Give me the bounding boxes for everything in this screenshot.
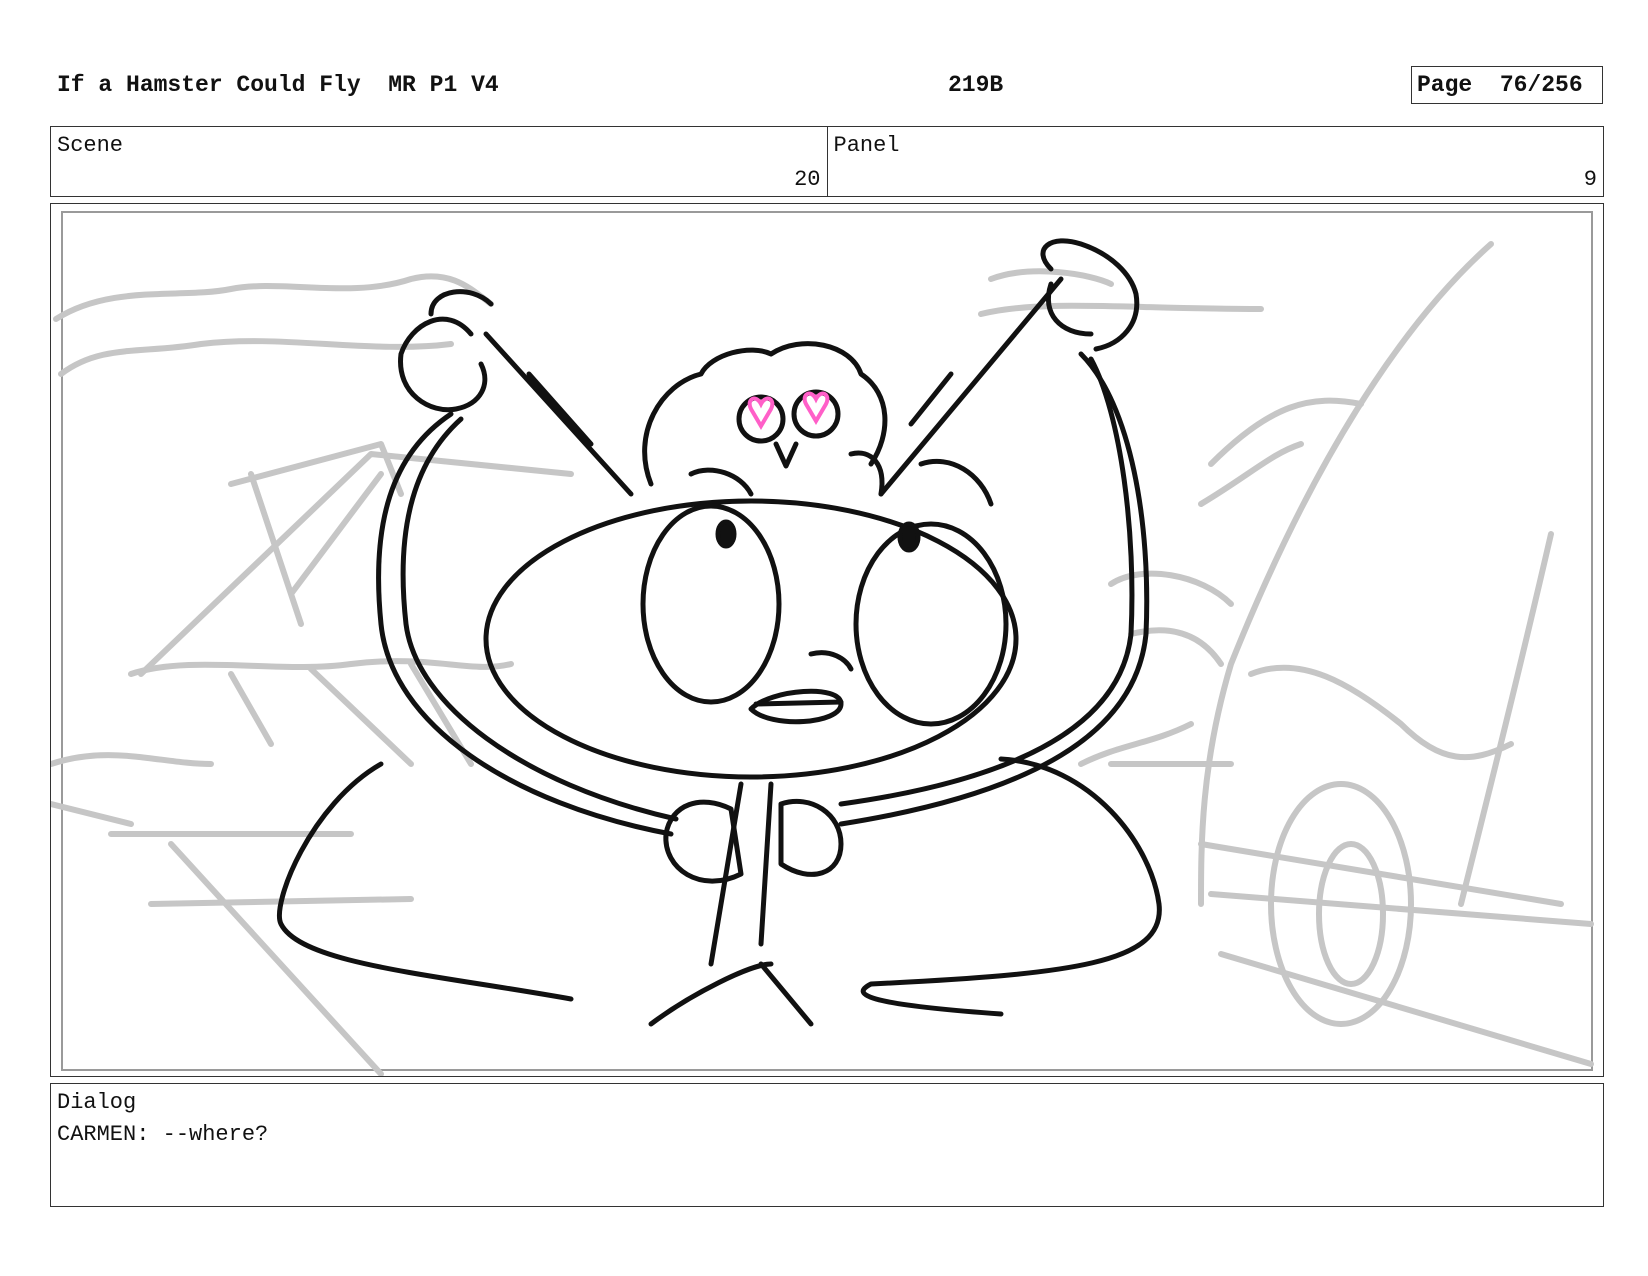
- scene-cell: Scene 20: [51, 127, 827, 196]
- panel-number: 9: [1583, 167, 1597, 192]
- scene-number: 20: [794, 167, 821, 192]
- scene-label: Scene: [57, 133, 124, 158]
- panel-label: Panel: [833, 133, 900, 158]
- panel-cell: Panel 9: [826, 127, 1604, 196]
- panel-drawing: [51, 211, 1594, 1076]
- episode-number: 219B: [948, 72, 1004, 98]
- character-drawing: [277, 238, 1162, 1027]
- background-sketch: [51, 241, 1594, 1076]
- dialog-line: CARMEN: --where?: [57, 1122, 269, 1147]
- page-counter: Page 76/256: [1411, 66, 1603, 104]
- dialog-box: Dialog CARMEN: --where?: [50, 1083, 1604, 1207]
- storyboard-frame: [50, 203, 1604, 1077]
- scene-panel-row: Scene 20 Panel 9: [50, 126, 1604, 197]
- storyboard-title: If a Hamster Could Fly MR P1 V4: [57, 72, 499, 98]
- dialog-label: Dialog: [57, 1090, 137, 1115]
